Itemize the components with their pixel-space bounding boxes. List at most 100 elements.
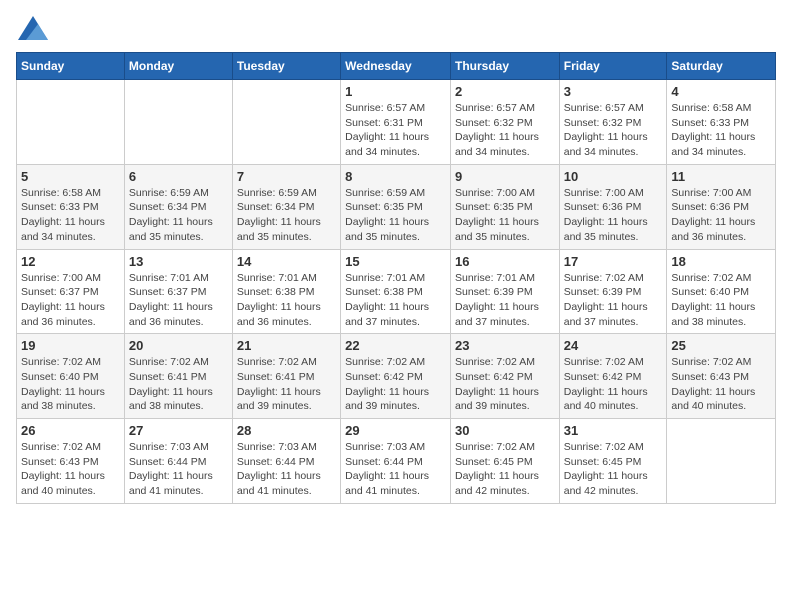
day-info: Sunrise: 7:01 AMSunset: 6:38 PMDaylight:…	[345, 271, 446, 330]
day-number: 26	[21, 423, 120, 438]
day-info: Sunrise: 6:59 AMSunset: 6:35 PMDaylight:…	[345, 186, 446, 245]
day-number: 29	[345, 423, 446, 438]
day-number: 10	[564, 169, 663, 184]
calendar-week-row: 1 Sunrise: 6:57 AMSunset: 6:31 PMDaylight…	[17, 80, 776, 165]
day-number: 18	[671, 254, 771, 269]
calendar-cell: 19Sunrise: 7:02 AMSunset: 6:40 PMDayligh…	[17, 334, 125, 419]
day-info: Sunrise: 7:02 AMSunset: 6:45 PMDaylight:…	[455, 440, 555, 499]
calendar-cell: 7 Sunrise: 6:59 AMSunset: 6:34 PMDaylight…	[232, 164, 340, 249]
weekday-header: Friday	[559, 53, 667, 80]
logo-icon	[18, 16, 48, 40]
day-info: Sunrise: 7:00 AMSunset: 6:35 PMDaylight:…	[455, 186, 555, 245]
calendar-cell: 13 Sunrise: 7:01 AMSunset: 6:37 PMDayligh…	[124, 249, 232, 334]
weekday-header: Tuesday	[232, 53, 340, 80]
calendar-cell: 22 Sunrise: 7:02 AMSunset: 6:42 PMDayligh…	[341, 334, 451, 419]
day-number: 6	[129, 169, 228, 184]
calendar-week-row: 12Sunrise: 7:00 AMSunset: 6:37 PMDayligh…	[17, 249, 776, 334]
day-info: Sunrise: 6:57 AMSunset: 6:32 PMDaylight:…	[564, 101, 663, 160]
page-header	[16, 16, 776, 40]
day-number: 27	[129, 423, 228, 438]
calendar-cell: 15 Sunrise: 7:01 AMSunset: 6:38 PMDayligh…	[341, 249, 451, 334]
weekday-header: Monday	[124, 53, 232, 80]
day-number: 12	[21, 254, 120, 269]
day-number: 28	[237, 423, 336, 438]
calendar-header-row: SundayMondayTuesdayWednesdayThursdayFrid…	[17, 53, 776, 80]
day-number: 23	[455, 338, 555, 353]
day-info: Sunrise: 7:02 AMSunset: 6:43 PMDaylight:…	[21, 440, 120, 499]
day-info: Sunrise: 7:03 AMSunset: 6:44 PMDaylight:…	[237, 440, 336, 499]
calendar-cell: 17Sunrise: 7:02 AMSunset: 6:39 PMDayligh…	[559, 249, 667, 334]
day-info: Sunrise: 7:02 AMSunset: 6:45 PMDaylight:…	[564, 440, 663, 499]
weekday-header: Wednesday	[341, 53, 451, 80]
calendar-cell: 30Sunrise: 7:02 AMSunset: 6:45 PMDayligh…	[450, 419, 559, 504]
day-number: 20	[129, 338, 228, 353]
day-number: 25	[671, 338, 771, 353]
day-number: 13	[129, 254, 228, 269]
calendar-cell: 21 Sunrise: 7:02 AMSunset: 6:41 PMDayligh…	[232, 334, 340, 419]
day-number: 5	[21, 169, 120, 184]
day-info: Sunrise: 7:02 AMSunset: 6:41 PMDaylight:…	[129, 355, 228, 414]
weekday-header: Thursday	[450, 53, 559, 80]
weekday-header: Saturday	[667, 53, 776, 80]
calendar-cell: 4 Sunrise: 6:58 AMSunset: 6:33 PMDaylight…	[667, 80, 776, 165]
calendar-cell: 20 Sunrise: 7:02 AMSunset: 6:41 PMDayligh…	[124, 334, 232, 419]
calendar-cell: 25 Sunrise: 7:02 AMSunset: 6:43 PMDayligh…	[667, 334, 776, 419]
day-info: Sunrise: 7:02 AMSunset: 6:40 PMDaylight:…	[671, 271, 771, 330]
calendar-week-row: 26 Sunrise: 7:02 AMSunset: 6:43 PMDayligh…	[17, 419, 776, 504]
day-number: 22	[345, 338, 446, 353]
calendar-cell: 2Sunrise: 6:57 AMSunset: 6:32 PMDaylight…	[450, 80, 559, 165]
day-number: 14	[237, 254, 336, 269]
calendar-cell	[232, 80, 340, 165]
calendar-cell: 23Sunrise: 7:02 AMSunset: 6:42 PMDayligh…	[450, 334, 559, 419]
day-info: Sunrise: 7:02 AMSunset: 6:42 PMDaylight:…	[345, 355, 446, 414]
day-info: Sunrise: 6:58 AMSunset: 6:33 PMDaylight:…	[671, 101, 771, 160]
day-info: Sunrise: 6:57 AMSunset: 6:32 PMDaylight:…	[455, 101, 555, 160]
calendar-cell: 29 Sunrise: 7:03 AMSunset: 6:44 PMDayligh…	[341, 419, 451, 504]
day-number: 21	[237, 338, 336, 353]
day-info: Sunrise: 7:01 AMSunset: 6:38 PMDaylight:…	[237, 271, 336, 330]
calendar-week-row: 5 Sunrise: 6:58 AMSunset: 6:33 PMDaylight…	[17, 164, 776, 249]
day-number: 9	[455, 169, 555, 184]
day-info: Sunrise: 7:01 AMSunset: 6:37 PMDaylight:…	[129, 271, 228, 330]
day-number: 11	[671, 169, 771, 184]
calendar-cell: 5 Sunrise: 6:58 AMSunset: 6:33 PMDaylight…	[17, 164, 125, 249]
day-info: Sunrise: 6:57 AMSunset: 6:31 PMDaylight:…	[345, 101, 446, 160]
day-info: Sunrise: 7:02 AMSunset: 6:43 PMDaylight:…	[671, 355, 771, 414]
calendar-cell: 12Sunrise: 7:00 AMSunset: 6:37 PMDayligh…	[17, 249, 125, 334]
day-info: Sunrise: 7:03 AMSunset: 6:44 PMDaylight:…	[345, 440, 446, 499]
calendar-cell: 8 Sunrise: 6:59 AMSunset: 6:35 PMDaylight…	[341, 164, 451, 249]
day-number: 31	[564, 423, 663, 438]
calendar-cell: 10 Sunrise: 7:00 AMSunset: 6:36 PMDayligh…	[559, 164, 667, 249]
calendar-cell: 6 Sunrise: 6:59 AMSunset: 6:34 PMDaylight…	[124, 164, 232, 249]
day-number: 1	[345, 84, 446, 99]
day-info: Sunrise: 7:01 AMSunset: 6:39 PMDaylight:…	[455, 271, 555, 330]
calendar-cell: 27Sunrise: 7:03 AMSunset: 6:44 PMDayligh…	[124, 419, 232, 504]
calendar-cell: 28 Sunrise: 7:03 AMSunset: 6:44 PMDayligh…	[232, 419, 340, 504]
day-info: Sunrise: 7:02 AMSunset: 6:42 PMDaylight:…	[564, 355, 663, 414]
logo	[16, 16, 48, 40]
day-number: 8	[345, 169, 446, 184]
calendar-cell: 11 Sunrise: 7:00 AMSunset: 6:36 PMDayligh…	[667, 164, 776, 249]
calendar-cell: 1 Sunrise: 6:57 AMSunset: 6:31 PMDaylight…	[341, 80, 451, 165]
day-number: 24	[564, 338, 663, 353]
day-info: Sunrise: 7:02 AMSunset: 6:39 PMDaylight:…	[564, 271, 663, 330]
calendar-cell: 14 Sunrise: 7:01 AMSunset: 6:38 PMDayligh…	[232, 249, 340, 334]
day-number: 15	[345, 254, 446, 269]
calendar-cell: 9 Sunrise: 7:00 AMSunset: 6:35 PMDaylight…	[450, 164, 559, 249]
weekday-header: Sunday	[17, 53, 125, 80]
calendar-cell: 18 Sunrise: 7:02 AMSunset: 6:40 PMDayligh…	[667, 249, 776, 334]
calendar-cell: 3 Sunrise: 6:57 AMSunset: 6:32 PMDaylight…	[559, 80, 667, 165]
day-info: Sunrise: 6:59 AMSunset: 6:34 PMDaylight:…	[129, 186, 228, 245]
day-number: 3	[564, 84, 663, 99]
day-number: 4	[671, 84, 771, 99]
calendar-week-row: 19Sunrise: 7:02 AMSunset: 6:40 PMDayligh…	[17, 334, 776, 419]
day-info: Sunrise: 6:58 AMSunset: 6:33 PMDaylight:…	[21, 186, 120, 245]
day-number: 16	[455, 254, 555, 269]
day-info: Sunrise: 7:00 AMSunset: 6:36 PMDaylight:…	[564, 186, 663, 245]
day-info: Sunrise: 7:00 AMSunset: 6:36 PMDaylight:…	[671, 186, 771, 245]
day-number: 7	[237, 169, 336, 184]
calendar-cell: 31 Sunrise: 7:02 AMSunset: 6:45 PMDayligh…	[559, 419, 667, 504]
calendar-cell: 24 Sunrise: 7:02 AMSunset: 6:42 PMDayligh…	[559, 334, 667, 419]
day-info: Sunrise: 6:59 AMSunset: 6:34 PMDaylight:…	[237, 186, 336, 245]
day-info: Sunrise: 7:02 AMSunset: 6:41 PMDaylight:…	[237, 355, 336, 414]
